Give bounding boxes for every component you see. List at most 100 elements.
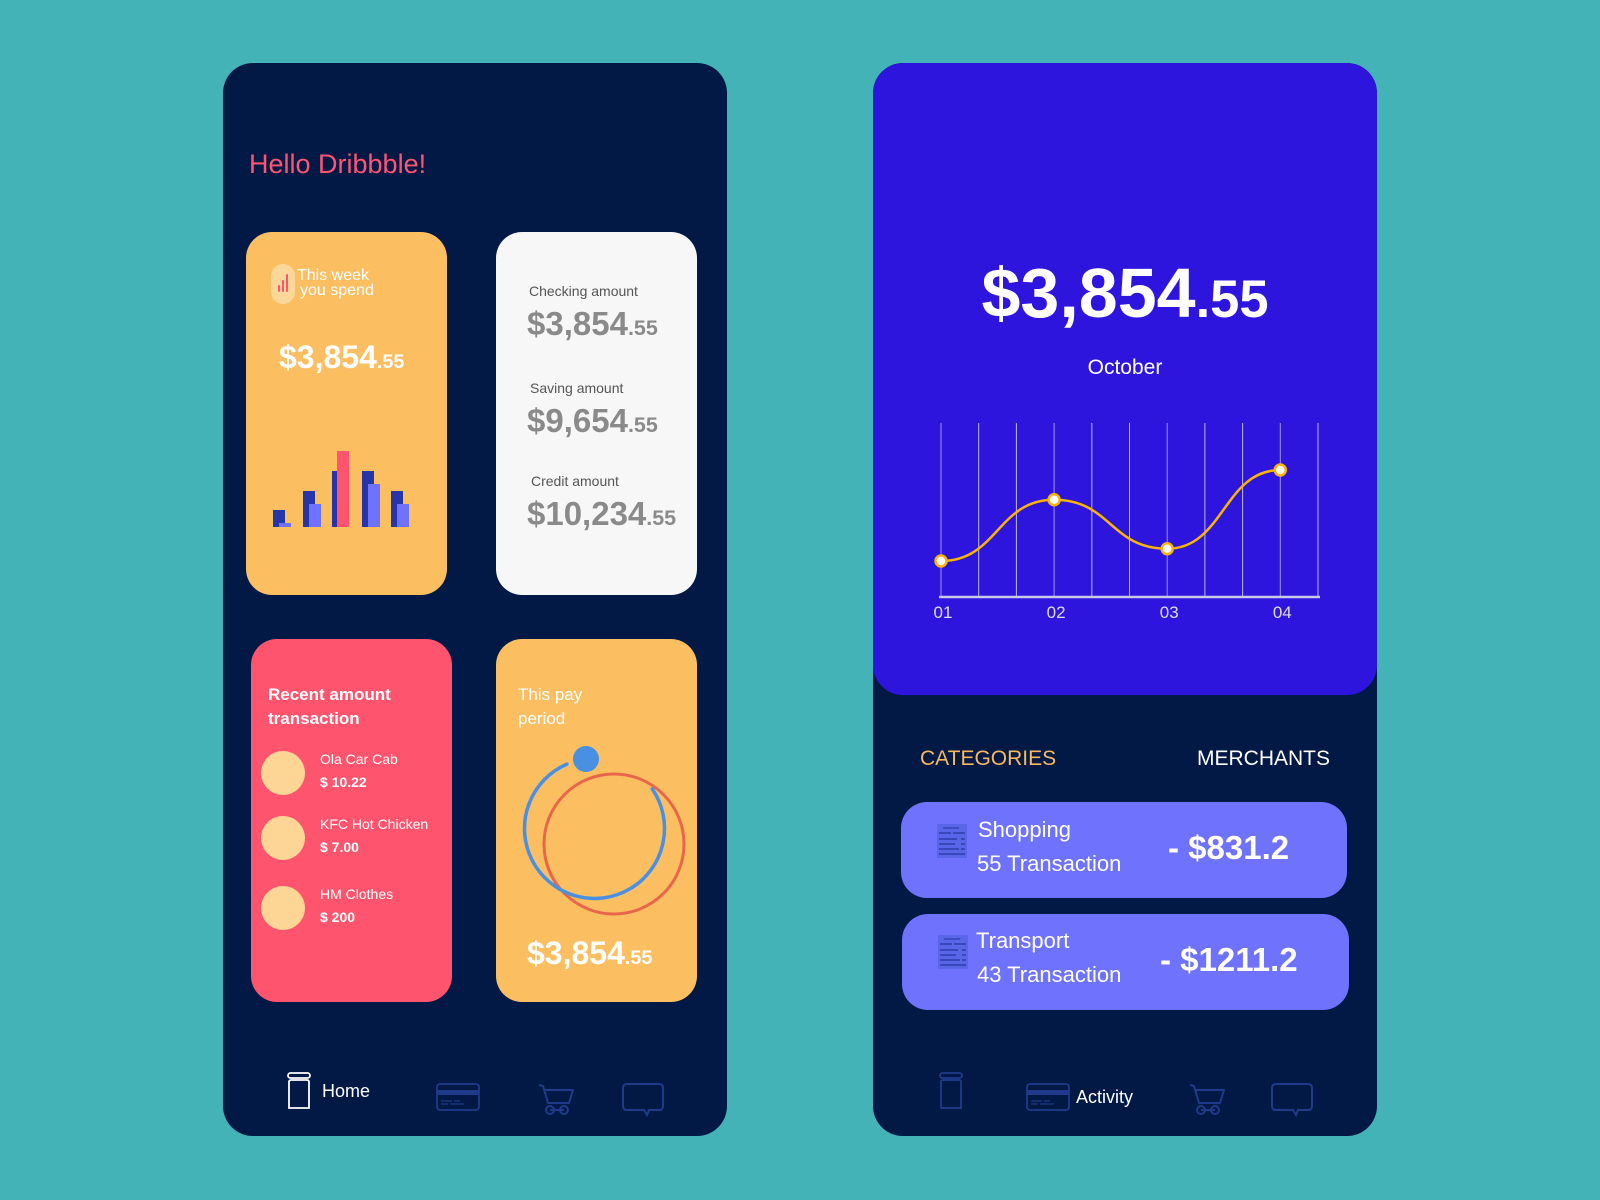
transaction-name: Ola Car Cab: [320, 751, 398, 767]
transaction-name: KFC Hot Chicken: [320, 816, 429, 832]
tab-merchants[interactable]: MERCHANTS: [1197, 747, 1330, 771]
recent-transactions-title: Recent amount transaction: [268, 683, 391, 731]
nav-messages[interactable]: [1271, 1083, 1313, 1117]
jar-icon: [939, 1072, 963, 1109]
amount-cents: .55: [646, 506, 677, 530]
x-tick-label: 01: [934, 603, 953, 622]
nav-cart[interactable]: [1189, 1083, 1225, 1115]
weekly-spend-mini-chart: [273, 437, 423, 527]
mini-bar-light: [279, 523, 291, 527]
jar-icon: [287, 1072, 311, 1109]
series-line: [940, 468, 1281, 563]
amount-main: $3,854: [981, 254, 1196, 332]
monthly-total-amount: $3,854.55: [873, 253, 1377, 333]
amount-main: $3,854: [527, 305, 628, 342]
bottom-nav: Activity: [873, 1046, 1377, 1136]
monthly-line-chart: 01 02 03 04: [934, 423, 1320, 622]
amount-cents: .55: [1195, 270, 1269, 329]
pay-period-amount: $3,854.55: [527, 935, 652, 972]
amount-cents: .55: [624, 947, 653, 969]
recent-transactions-card[interactable]: Recent amount transaction Ola Car Cab $ …: [251, 639, 452, 1002]
mini-bar-light: [308, 504, 321, 527]
mini-bar-light: [367, 484, 380, 527]
transaction-item[interactable]: HM Clothes $ 200: [261, 886, 451, 930]
saving-label: Saving amount: [530, 380, 624, 396]
nav-home-label: Home: [322, 1080, 371, 1101]
transaction-item[interactable]: KFC Hot Chicken $ 7.00: [261, 816, 451, 860]
monthly-summary-panel: $3,854.55 October 01 02 03 04: [873, 63, 1377, 695]
transaction-name: HM Clothes: [320, 886, 394, 902]
nav-messages[interactable]: [622, 1083, 664, 1117]
category-amount: - $1211.2: [1160, 941, 1298, 978]
nav-activity[interactable]: Activity: [1026, 1083, 1133, 1111]
merchant-avatar: [261, 751, 305, 795]
receipt-icon: [938, 935, 968, 969]
nav-home[interactable]: [938, 1072, 964, 1110]
category-row-shopping[interactable]: Shopping 55 Transaction - $831.2: [901, 802, 1347, 898]
credit-amount: $10,234.55: [527, 495, 676, 533]
accounts-card[interactable]: Checking amount $3,854.55 Saving amount …: [496, 232, 697, 595]
amount-cents: .55: [376, 351, 405, 373]
weekly-spend-amount: $3,854.55: [279, 339, 404, 376]
x-tick-label: 03: [1160, 603, 1179, 622]
data-point: [934, 554, 948, 568]
saving-amount: $9,654.55: [527, 402, 658, 440]
checking-label: Checking amount: [529, 283, 638, 299]
category-amount: - $831.2: [1168, 829, 1290, 866]
pay-period-progress-ring: [522, 746, 686, 916]
weekly-spend-card[interactable]: This week you spend $3,854.55: [246, 232, 447, 595]
amount-cents: .55: [627, 413, 658, 437]
x-tick-label: 04: [1273, 603, 1292, 622]
weekly-spend-label-line1: This week: [297, 267, 370, 284]
category-row-transport[interactable]: Transport 43 Transaction - $1211.2: [902, 914, 1349, 1010]
mini-bar-highlight: [337, 451, 349, 527]
nav-activity[interactable]: [436, 1083, 480, 1111]
x-tick-label: 02: [1047, 603, 1066, 622]
receipt-icon: [937, 824, 967, 858]
recent-title-line1: Recent amount: [268, 685, 391, 704]
amount-main: $9,654: [527, 402, 628, 439]
merchant-avatar: [261, 886, 305, 930]
checking-amount: $3,854.55: [527, 305, 658, 343]
merchant-avatar: [261, 816, 305, 860]
recent-title-line2: transaction: [268, 709, 360, 728]
credit-card-icon: [436, 1083, 480, 1111]
transaction-amount: $ 10.22: [320, 774, 367, 790]
amount-main: $10,234: [527, 495, 647, 532]
pay-title-line1: This pay: [518, 685, 583, 704]
cart-icon: [538, 1084, 574, 1115]
transaction-amount: $ 200: [320, 909, 356, 925]
home-screen: Hello Dribbble! This week you spend $3,8…: [223, 63, 727, 1136]
weekly-spend-label: This week you spend: [297, 267, 374, 299]
amount-main: $3,854: [279, 339, 377, 375]
mini-bar-light: [397, 504, 409, 527]
month-label[interactable]: October: [873, 356, 1377, 380]
greeting-title: Hello Dribbble!: [249, 149, 427, 179]
chat-icon: [622, 1083, 664, 1117]
pay-period-title: This pay period: [518, 683, 582, 731]
transaction-item[interactable]: Ola Car Cab $ 10.22: [261, 751, 451, 795]
nav-home[interactable]: Home: [286, 1072, 370, 1110]
credit-label: Credit amount: [531, 473, 619, 489]
progress-ring-arc: [522, 762, 667, 901]
transaction-amount: $ 7.00: [320, 839, 359, 855]
weekly-spend-label-line2: you spend: [300, 282, 374, 299]
data-point: [1160, 542, 1174, 556]
data-point: [1047, 493, 1061, 507]
amount-cents: .55: [627, 316, 658, 340]
category-transaction-count: 43 Transaction: [977, 962, 1122, 987]
data-point: [1273, 463, 1288, 477]
progress-ring-knob[interactable]: [573, 746, 599, 772]
credit-card-icon: [1026, 1083, 1070, 1111]
pay-period-card[interactable]: This pay period $3,854.55: [496, 639, 697, 1002]
category-name: Transport: [976, 928, 1070, 953]
bottom-nav: Home: [223, 1046, 727, 1136]
pay-title-line2: period: [518, 709, 566, 728]
cart-icon: [1189, 1084, 1225, 1115]
amount-main: $3,854: [527, 935, 625, 971]
bar-chart-icon: [271, 264, 295, 304]
chat-icon: [1271, 1083, 1313, 1117]
activity-screen: $3,854.55 October 01 02 03 04 CATEGORIES ME…: [873, 63, 1377, 1136]
tab-categories[interactable]: CATEGORIES: [920, 747, 1056, 771]
nav-cart[interactable]: [538, 1083, 574, 1115]
